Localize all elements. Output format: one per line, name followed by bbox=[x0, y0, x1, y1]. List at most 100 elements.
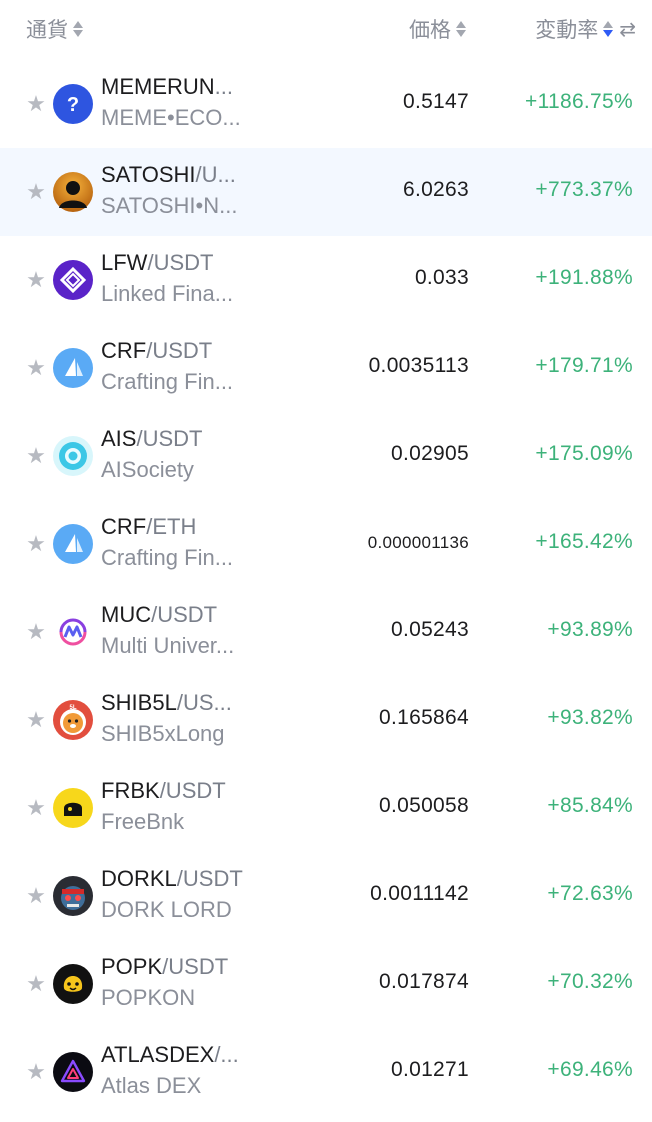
question-icon: ? bbox=[53, 84, 93, 124]
favorite-star-icon[interactable]: ★ bbox=[25, 973, 47, 995]
price-value: 0.02905 bbox=[390, 442, 469, 465]
list-item[interactable]: ★? MEMERUN... MEME•ECO... 0.5147 +1186.75% bbox=[0, 60, 652, 148]
favorite-star-icon[interactable]: ★ bbox=[25, 93, 47, 115]
list-item[interactable]: ★ 5L SHIB5L/US... SHIB5xLong 0.165864 +93.82% bbox=[0, 676, 652, 764]
sort-arrows-icon bbox=[603, 21, 614, 37]
favorite-star-icon[interactable]: ★ bbox=[25, 1061, 47, 1083]
quote-symbol: /USDT bbox=[146, 338, 213, 363]
frbk-icon bbox=[53, 788, 93, 828]
pair-symbol: DORKL/USDT bbox=[101, 866, 261, 892]
coin-name: Atlas DEX bbox=[101, 1073, 202, 1098]
price-value: 0.05243 bbox=[390, 618, 469, 641]
quote-symbol: /ETH bbox=[146, 514, 197, 539]
pair-symbol: CRF/ETH bbox=[101, 514, 261, 540]
sort-by-price[interactable]: 価格 bbox=[409, 12, 466, 46]
quote-symbol: ... bbox=[214, 74, 234, 99]
base-symbol: CRF bbox=[101, 338, 147, 363]
price-value: 0.050058 bbox=[379, 794, 469, 817]
coin-name: FreeBnk bbox=[101, 809, 185, 834]
coin-name: SHIB5xLong bbox=[101, 721, 225, 746]
change-percent: +72.63% bbox=[547, 882, 633, 905]
pair-symbol: ATLASDEX/... bbox=[101, 1042, 261, 1068]
atlasdex-icon bbox=[53, 1052, 93, 1092]
pair-symbol: MUC/USDT bbox=[101, 602, 261, 628]
change-percent: +70.32% bbox=[547, 970, 633, 993]
pair-symbol: CRF/USDT bbox=[101, 338, 261, 364]
swap-columns-icon[interactable]: ⇄ bbox=[619, 17, 636, 42]
quote-symbol: /... bbox=[214, 1042, 239, 1067]
change-percent: +165.42% bbox=[535, 530, 633, 553]
quote-symbol: /US... bbox=[176, 690, 232, 715]
price-header-label: 価格 bbox=[409, 19, 451, 42]
quote-symbol: /USDT bbox=[176, 866, 243, 891]
base-symbol: POPK bbox=[101, 954, 163, 979]
sort-arrows-icon bbox=[73, 21, 83, 37]
list-item[interactable]: ★ AIS/USDT AISociety 0.02905 +175.09% bbox=[0, 412, 652, 500]
change-percent: +85.84% bbox=[547, 794, 633, 817]
quote-symbol: /U... bbox=[195, 162, 236, 187]
base-symbol: CRF bbox=[101, 514, 147, 539]
favorite-star-icon[interactable]: ★ bbox=[25, 709, 47, 731]
favorite-star-icon[interactable]: ★ bbox=[25, 621, 47, 643]
list-item[interactable]: ★ ATLASDEX/... Atlas DEX 0.01271 +69.46% bbox=[0, 1028, 652, 1116]
favorite-star-icon[interactable]: ★ bbox=[25, 181, 47, 203]
favorite-star-icon[interactable]: ★ bbox=[25, 269, 47, 291]
change-percent: +191.88% bbox=[535, 266, 633, 289]
change-percent: +773.37% bbox=[535, 178, 633, 201]
change-header-label: 変動率 bbox=[535, 19, 599, 42]
favorite-star-icon[interactable]: ★ bbox=[25, 445, 47, 467]
price-value: 0.017874 bbox=[379, 970, 469, 993]
change-percent: +175.09% bbox=[535, 442, 633, 465]
price-value: 0.5147 bbox=[402, 90, 469, 113]
pair-symbol: LFW/USDT bbox=[101, 250, 261, 276]
crf-icon bbox=[53, 348, 93, 388]
base-symbol: SHIB5L bbox=[101, 690, 177, 715]
coin-name: Crafting Fin... bbox=[101, 369, 234, 394]
list-item[interactable]: ★ MUC/USDT Multi Univer... 0.05243 +93.89% bbox=[0, 588, 652, 676]
quote-symbol: /USDT bbox=[159, 778, 226, 803]
svg-text:5L: 5L bbox=[69, 705, 76, 711]
base-symbol: AIS bbox=[101, 426, 137, 451]
coin-name: AISociety bbox=[101, 457, 194, 482]
list-item[interactable]: ★ CRF/USDT Crafting Fin... 0.0035113 +179.71… bbox=[0, 324, 652, 412]
quote-symbol: /USDT bbox=[147, 250, 214, 275]
list-item[interactable]: ★ SATOSHI/U... SATOSHI•N... 6.0263 +773.37% bbox=[0, 148, 652, 236]
popk-icon bbox=[53, 964, 93, 1004]
pair-symbol: SHIB5L/US... bbox=[101, 690, 261, 716]
coin-name: POPKON bbox=[101, 985, 196, 1010]
coin-name: MEME•ECO... bbox=[101, 105, 241, 130]
list-item[interactable]: ★ LFW/USDT Linked Fina... 0.033 +191.88% bbox=[0, 236, 652, 324]
coin-name: Linked Fina... bbox=[101, 281, 234, 306]
change-percent: +69.46% bbox=[547, 1058, 633, 1081]
ais-icon bbox=[53, 436, 93, 476]
sort-by-coin[interactable]: 通貨 bbox=[26, 12, 83, 46]
base-symbol: DORKL bbox=[101, 866, 177, 891]
satoshi-icon bbox=[53, 172, 93, 212]
quote-symbol: /USDT bbox=[151, 602, 218, 627]
favorite-star-icon[interactable]: ★ bbox=[25, 885, 47, 907]
base-symbol: MEMERUN bbox=[101, 74, 215, 99]
favorite-star-icon[interactable]: ★ bbox=[25, 797, 47, 819]
coin-name: Crafting Fin... bbox=[101, 545, 234, 570]
sort-arrows-icon bbox=[456, 21, 466, 37]
list-item[interactable]: ★ DORKL/USDT DORK LORD 0.0011142 +72.63% bbox=[0, 852, 652, 940]
price-value: 0.0011142 bbox=[370, 882, 469, 905]
change-percent: +179.71% bbox=[535, 354, 633, 377]
muc-icon bbox=[53, 612, 93, 652]
price-value: 0.000001136 bbox=[367, 533, 469, 552]
pair-symbol: SATOSHI/U... bbox=[101, 162, 261, 188]
list-item[interactable]: ★ FRBK/USDT FreeBnk 0.050058 +85.84% bbox=[0, 764, 652, 852]
list-item[interactable]: ★ CRF/ETH Crafting Fin... 0.000001136 +165.4… bbox=[0, 500, 652, 588]
price-value: 0.0035113 bbox=[368, 354, 469, 377]
price-value: 0.033 bbox=[414, 266, 469, 289]
price-value: 0.01271 bbox=[390, 1058, 469, 1081]
base-symbol: LFW bbox=[101, 250, 148, 275]
price-value: 0.165864 bbox=[379, 706, 469, 729]
list-item[interactable]: ★ POPK/USDT POPKON 0.017874 +70.32% bbox=[0, 940, 652, 1028]
sort-by-change[interactable]: 変動率 ⇄ bbox=[535, 12, 636, 46]
base-symbol: MUC bbox=[101, 602, 152, 627]
quote-symbol: /USDT bbox=[162, 954, 229, 979]
favorite-star-icon[interactable]: ★ bbox=[25, 357, 47, 379]
favorite-star-icon[interactable]: ★ bbox=[25, 533, 47, 555]
list-header: 通貨 価格 変動率 ⇄ bbox=[0, 0, 652, 58]
